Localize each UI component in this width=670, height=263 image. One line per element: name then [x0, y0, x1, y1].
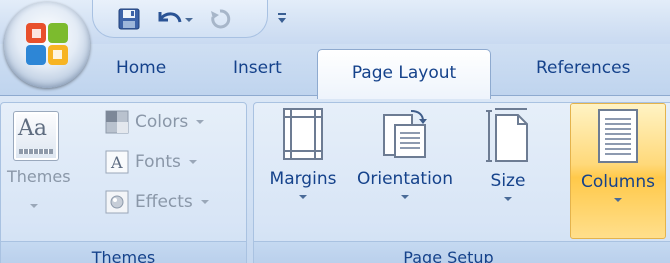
save-icon — [118, 8, 140, 30]
redo-button[interactable] — [205, 6, 237, 32]
undo-icon — [158, 12, 193, 23]
orientation-label: Orientation — [357, 169, 453, 189]
colors-button[interactable]: Colors — [105, 105, 245, 139]
themes-group-label: Themes — [1, 241, 246, 263]
office-button[interactable] — [4, 2, 90, 88]
colors-icon — [105, 110, 129, 134]
tab-insert[interactable]: Insert — [233, 58, 282, 78]
effects-button[interactable]: Effects — [105, 185, 245, 219]
effects-dropdown-arrow — [200, 189, 209, 209]
redo-icon — [211, 9, 231, 29]
themes-group: Aa Themes Colors A Fonts Effects Themes — [0, 102, 247, 263]
svg-text:A: A — [110, 153, 123, 172]
tab-home[interactable]: Home — [116, 58, 166, 78]
columns-button[interactable]: Columns — [570, 103, 666, 239]
columns-icon — [598, 109, 638, 163]
fonts-icon: A — [105, 150, 129, 174]
size-label: Size — [490, 171, 526, 191]
effects-label: Effects — [135, 192, 193, 212]
customize-qat-icon — [278, 13, 286, 23]
tab-references[interactable]: References — [536, 58, 630, 78]
margins-label: Margins — [269, 169, 337, 189]
office-button-icon — [26, 23, 68, 65]
page-setup-group-label: Page Setup — [254, 241, 670, 263]
columns-dropdown-arrow — [614, 198, 622, 202]
colors-dropdown-arrow — [196, 109, 205, 129]
orientation-dropdown-arrow — [401, 195, 409, 199]
margins-icon — [283, 108, 323, 160]
title-bar — [0, 0, 670, 44]
quick-access-toolbar — [92, 0, 268, 38]
margins-button[interactable]: Margins — [262, 107, 344, 235]
margins-dropdown-arrow — [299, 195, 307, 199]
themes-icon: Aa — [13, 111, 59, 161]
save-button[interactable] — [115, 6, 143, 32]
size-icon — [486, 108, 528, 162]
customize-qat-button[interactable] — [276, 8, 288, 32]
fonts-dropdown-arrow — [188, 149, 197, 169]
tab-page-layout[interactable]: Page Layout — [317, 49, 491, 99]
effects-icon — [105, 190, 129, 214]
columns-label: Columns — [581, 172, 655, 192]
themes-button[interactable]: Aa Themes — [3, 107, 99, 225]
size-dropdown-arrow — [504, 197, 512, 201]
ribbon-tab-row: Home Insert Page Layout References — [0, 44, 670, 99]
orientation-button[interactable]: Orientation — [346, 107, 464, 235]
themes-button-label: Themes — [7, 167, 71, 186]
themes-dropdown-arrow — [30, 193, 38, 212]
colors-label: Colors — [135, 112, 189, 132]
undo-button[interactable] — [151, 6, 197, 32]
size-button[interactable]: Size — [480, 107, 536, 235]
page-setup-group: Margins Orientation Size Columns Page Se… — [253, 102, 670, 263]
orientation-icon — [383, 110, 427, 158]
fonts-button[interactable]: A Fonts — [105, 145, 245, 179]
fonts-label: Fonts — [135, 152, 181, 172]
ribbon-body: Aa Themes Colors A Fonts Effects Themes … — [0, 95, 670, 263]
